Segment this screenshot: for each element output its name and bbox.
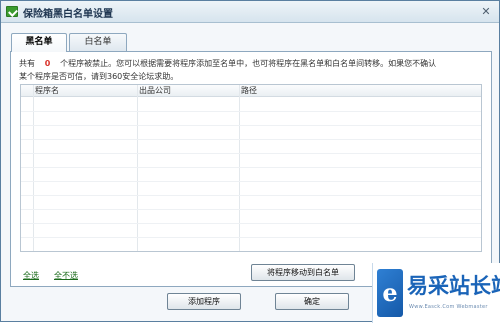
blocked-count: 0 (44, 59, 51, 68)
watermark-logo: e 易采站长站 Www.Easck.Com Webmaster (372, 263, 500, 323)
ok-button[interactable]: 确定 (275, 293, 349, 310)
move-to-whitelist-button[interactable]: 将程序移动到白名单 (251, 264, 355, 281)
row-divider (21, 223, 481, 224)
select-all-link[interactable]: 全选 (23, 270, 39, 281)
tab-blacklist[interactable]: 黑名单 (11, 33, 67, 52)
row-divider (21, 125, 481, 126)
description-line2: 某个程序是否可信，请到360安全论坛求助。 (19, 72, 179, 81)
close-button[interactable]: ✕ (479, 5, 493, 19)
select-none-link[interactable]: 全不选 (54, 270, 78, 281)
row-divider (21, 181, 481, 182)
row-divider (21, 111, 481, 112)
row-divider (21, 195, 481, 196)
row-divider (21, 139, 481, 140)
row-divider (21, 237, 481, 238)
table-header: 程序名 出品公司 路径 (21, 85, 481, 97)
safe-box-icon (6, 6, 18, 17)
blacklist-panel: 共有 0 个程序被禁止。您可以根据需要将程序添加至名单中，也可将程序在黑名单和白… (10, 51, 492, 287)
column-header-publisher[interactable]: 出品公司 (139, 85, 171, 97)
tab-whitelist[interactable]: 白名单 (69, 33, 127, 51)
column-header-path[interactable]: 路径 (241, 85, 257, 97)
watermark-e-icon: e (377, 269, 403, 317)
title-bar: 保险箱黑白名单设置 ✕ (1, 1, 499, 23)
description-text: 共有 0 个程序被禁止。您可以根据需要将程序添加至名单中，也可将程序在黑名单和白… (19, 57, 485, 83)
description-line1: 个程序被禁止。您可以根据需要将程序添加至名单中，也可将程序在黑名单和白名单间转移… (60, 59, 437, 68)
column-header-program-name[interactable]: 程序名 (35, 85, 59, 97)
row-divider (21, 153, 481, 154)
description-prefix: 共有 (19, 59, 35, 68)
watermark-subtext: Www.Easck.Com Webmaster (409, 304, 488, 310)
window-title: 保险箱黑白名单设置 (23, 9, 113, 20)
program-table[interactable]: 程序名 出品公司 路径 (20, 84, 482, 252)
blacklist-whitelist-dialog: 保险箱黑白名单设置 ✕ 黑名单 白名单 共有 0 个程序被禁止。您可以根据需要将… (0, 0, 500, 323)
add-program-button[interactable]: 添加程序 (167, 293, 241, 310)
row-divider (21, 209, 481, 210)
row-divider (21, 167, 481, 168)
watermark-text: 易采站长站 (407, 274, 500, 298)
